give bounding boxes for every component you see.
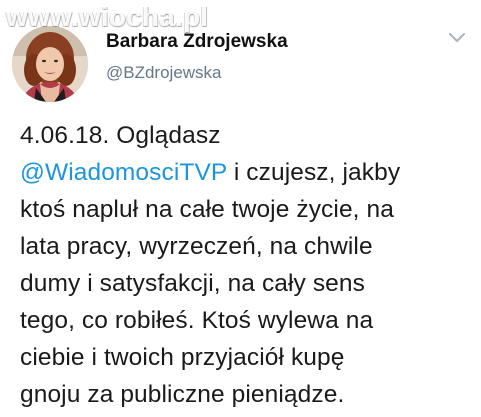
author-username[interactable]: @BZdrojewska (106, 62, 431, 84)
tweet-text-fragment: i czujesz, jakby (226, 159, 401, 186)
avatar[interactable] (12, 26, 88, 102)
tweet-text-line: ktoś napluł na całe twoje życie, na (20, 196, 394, 223)
tweet-text-line: lata pracy, wyrzeczeń, na chwile (20, 233, 373, 260)
chevron-down-icon (449, 33, 465, 42)
tweet-card: Barbara Zdrojewska @BZdrojewska 4.06.18.… (0, 0, 481, 417)
tweet-text-line: 4.06.18. Oglądasz (20, 122, 221, 149)
author-display-name[interactable]: Barbara Zdrojewska (106, 30, 431, 54)
tweet-text-line: @WiadomosciTVP i czujesz, jakby (20, 154, 472, 191)
tweet-menu-button[interactable] (446, 30, 468, 46)
profile-photo-icon (12, 26, 88, 102)
mention-link[interactable]: @WiadomosciTVP (20, 159, 227, 186)
tweet-text-line: gnoju za publiczne pieniądze. (20, 381, 345, 408)
tweet-header: Barbara Zdrojewska @BZdrojewska (106, 30, 431, 84)
tweet-text-line: tego, co robiłeś. Ktoś wylewa na (20, 307, 374, 334)
tweet-text-line: dumy i satysfakcji, na cały sens (20, 270, 365, 297)
tweet-text: 4.06.18. Oglądasz @WiadomosciTVP i czuje… (20, 117, 472, 413)
tweet-text-line: ciebie i twoich przyjaciół kupę (20, 344, 345, 371)
